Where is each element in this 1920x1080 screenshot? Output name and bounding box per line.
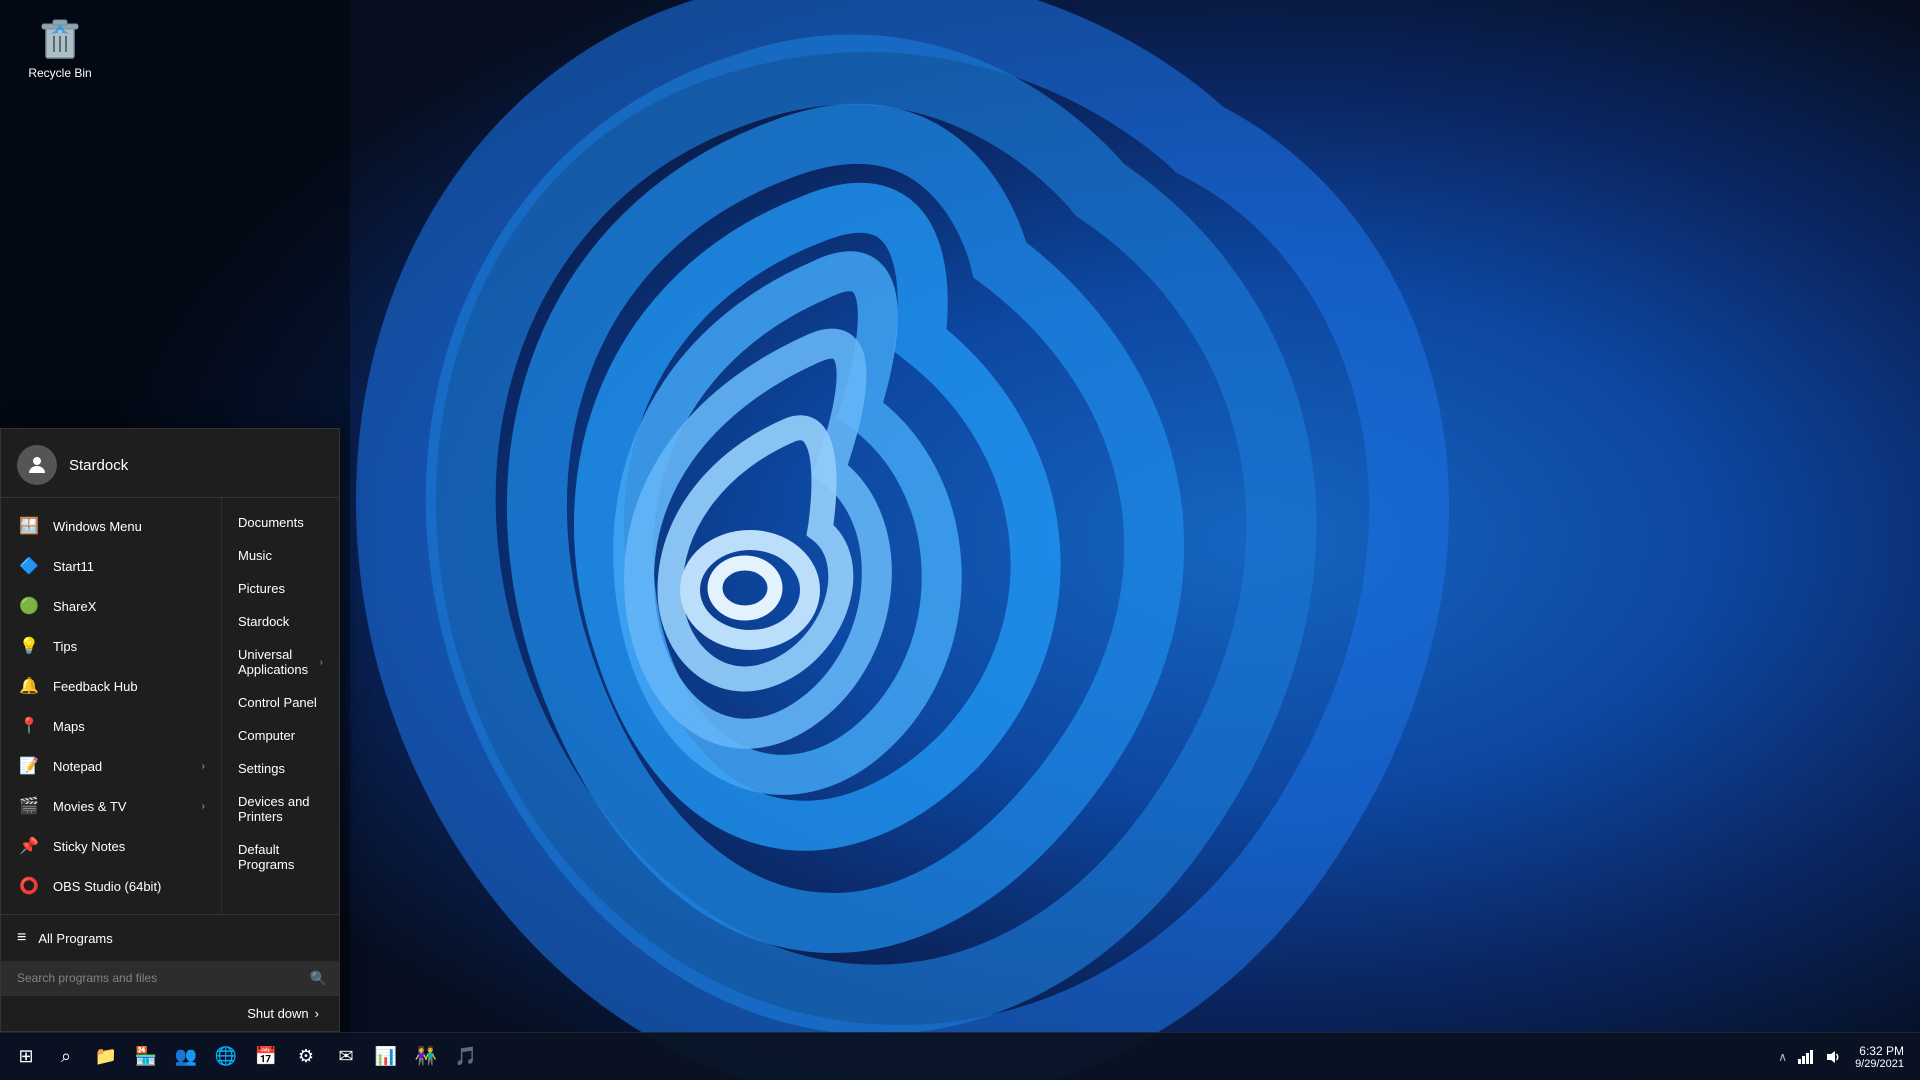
menu-content: 🪟 Windows Menu 🔷 Start11 🟢 ShareX 💡 Tips… bbox=[1, 498, 339, 914]
taskbar-item-app2[interactable]: 👫 bbox=[408, 1039, 444, 1075]
taskbar-item-app3[interactable]: 🎵 bbox=[448, 1039, 484, 1075]
left-panel: 🪟 Windows Menu 🔷 Start11 🟢 ShareX 💡 Tips… bbox=[1, 498, 221, 914]
all-programs-label: All Programs bbox=[38, 931, 112, 946]
menu-label-feedback-hub: Feedback Hub bbox=[53, 679, 205, 694]
right-label-universal-applications: Universal Applications bbox=[238, 647, 320, 677]
right-item-universal-applications[interactable]: Universal Applications › bbox=[222, 638, 339, 686]
menu-item-windows-menu[interactable]: 🪟 Windows Menu bbox=[1, 506, 221, 546]
menu-label-sticky-notes: Sticky Notes bbox=[53, 839, 205, 854]
menu-icon-tips: 💡 bbox=[17, 634, 41, 658]
menu-item-notepad[interactable]: 📝 Notepad › bbox=[1, 746, 221, 786]
right-item-default-programs[interactable]: Default Programs bbox=[222, 833, 339, 881]
menu-item-start11[interactable]: 🔷 Start11 bbox=[1, 546, 221, 586]
taskbar-item-edge[interactable]: 🌐 bbox=[208, 1039, 244, 1075]
system-clock[interactable]: 6:32 PM 9/29/2021 bbox=[1851, 1044, 1908, 1070]
right-arrow-universal-applications: › bbox=[320, 657, 323, 668]
right-label-stardock: Stardock bbox=[238, 614, 289, 629]
right-label-pictures: Pictures bbox=[238, 581, 285, 596]
taskbar-item-start[interactable]: ⊞ bbox=[8, 1039, 44, 1075]
all-programs-item[interactable]: ≡ All Programs bbox=[1, 919, 339, 957]
right-item-computer[interactable]: Computer bbox=[222, 719, 339, 752]
menu-icon-maps: 📍 bbox=[17, 714, 41, 738]
taskbar-left: ⊞⌕📁🏪👥🌐📅⚙✉📊👫🎵 bbox=[8, 1039, 484, 1075]
right-label-computer: Computer bbox=[238, 728, 295, 743]
menu-item-movies-tv[interactable]: 🎬 Movies & TV › bbox=[1, 786, 221, 826]
right-panel: Documents Music Pictures Stardock Univer… bbox=[221, 498, 339, 914]
menu-arrow-notepad: › bbox=[202, 761, 205, 772]
menu-label-obs-studio: OBS Studio (64bit) bbox=[53, 879, 205, 894]
user-name: Stardock bbox=[69, 457, 128, 474]
start-menu: Stardock 🪟 Windows Menu 🔷 Start11 🟢 Shar… bbox=[0, 428, 340, 1032]
shutdown-label: Shut down bbox=[247, 1006, 308, 1021]
system-tray: ∧ 6:32 PM 9/29/2021 bbox=[1766, 1033, 1920, 1080]
shutdown-row: Shut down › bbox=[1, 995, 339, 1031]
taskbar-item-file-explorer[interactable]: 📁 bbox=[88, 1039, 124, 1075]
search-bar: 🔍 bbox=[1, 961, 339, 995]
user-avatar bbox=[17, 445, 57, 485]
right-item-control-panel[interactable]: Control Panel bbox=[222, 686, 339, 719]
taskbar-item-search[interactable]: ⌕ bbox=[48, 1039, 84, 1075]
menu-icon-windows-menu: 🪟 bbox=[17, 514, 41, 538]
right-label-settings: Settings bbox=[238, 761, 285, 776]
menu-item-tips[interactable]: 💡 Tips bbox=[1, 626, 221, 666]
volume-icon[interactable] bbox=[1823, 1047, 1843, 1067]
menu-icon-start11: 🔷 bbox=[17, 554, 41, 578]
taskbar-item-settings[interactable]: ⚙ bbox=[288, 1039, 324, 1075]
menu-label-windows-menu: Windows Menu bbox=[53, 519, 205, 534]
taskbar: ⊞⌕📁🏪👥🌐📅⚙✉📊👫🎵 ∧ 6:32 PM 9/29/2021 bbox=[0, 1032, 1920, 1080]
menu-item-sticky-notes[interactable]: 📌 Sticky Notes bbox=[1, 826, 221, 866]
menu-label-sharex: ShareX bbox=[53, 599, 205, 614]
menu-item-sharex[interactable]: 🟢 ShareX bbox=[1, 586, 221, 626]
menu-label-movies-tv: Movies & TV bbox=[53, 799, 190, 814]
search-input[interactable] bbox=[9, 961, 306, 995]
menu-label-start11: Start11 bbox=[53, 559, 205, 574]
right-item-documents[interactable]: Documents bbox=[222, 506, 339, 539]
menu-icon-obs-studio: ⭕ bbox=[17, 874, 41, 898]
menu-item-maps[interactable]: 📍 Maps bbox=[1, 706, 221, 746]
tray-expand[interactable]: ∧ bbox=[1778, 1050, 1787, 1064]
taskbar-item-teams[interactable]: 👥 bbox=[168, 1039, 204, 1075]
right-item-music[interactable]: Music bbox=[222, 539, 339, 572]
right-item-devices-and-printers[interactable]: Devices and Printers bbox=[222, 785, 339, 833]
menu-arrow-movies-tv: › bbox=[202, 801, 205, 812]
menu-bottom: ≡ All Programs bbox=[1, 914, 339, 961]
menu-icon-movies-tv: 🎬 bbox=[17, 794, 41, 818]
search-button[interactable]: 🔍 bbox=[306, 966, 331, 991]
menu-icon-sticky-notes: 📌 bbox=[17, 834, 41, 858]
right-item-pictures[interactable]: Pictures bbox=[222, 572, 339, 605]
menu-label-tips: Tips bbox=[53, 639, 205, 654]
taskbar-item-mail[interactable]: ✉ bbox=[328, 1039, 364, 1075]
menu-label-maps: Maps bbox=[53, 719, 205, 734]
menu-icon-notepad: 📝 bbox=[17, 754, 41, 778]
recycle-bin-icon[interactable]: Recycle Bin bbox=[20, 10, 100, 84]
menu-icon-feedback-hub: 🔔 bbox=[17, 674, 41, 698]
right-item-settings[interactable]: Settings bbox=[222, 752, 339, 785]
menu-icon-sharex: 🟢 bbox=[17, 594, 41, 618]
clock-time: 6:32 PM bbox=[1855, 1044, 1904, 1058]
network-icon[interactable] bbox=[1795, 1047, 1815, 1067]
taskbar-item-calendar[interactable]: 📅 bbox=[248, 1039, 284, 1075]
right-label-devices-and-printers: Devices and Printers bbox=[238, 794, 323, 824]
user-header: Stardock bbox=[1, 429, 339, 498]
menu-item-feedback-hub[interactable]: 🔔 Feedback Hub bbox=[1, 666, 221, 706]
right-label-documents: Documents bbox=[238, 515, 304, 530]
right-label-control-panel: Control Panel bbox=[238, 695, 317, 710]
menu-item-obs-studio[interactable]: ⭕ OBS Studio (64bit) bbox=[1, 866, 221, 906]
clock-date: 9/29/2021 bbox=[1855, 1058, 1904, 1070]
taskbar-item-store[interactable]: 🏪 bbox=[128, 1039, 164, 1075]
recycle-bin-label: Recycle Bin bbox=[28, 66, 91, 80]
right-item-stardock[interactable]: Stardock bbox=[222, 605, 339, 638]
right-label-music: Music bbox=[238, 548, 272, 563]
right-label-default-programs: Default Programs bbox=[238, 842, 323, 872]
menu-label-notepad: Notepad bbox=[53, 759, 190, 774]
shutdown-button[interactable]: Shut down › bbox=[239, 1002, 327, 1025]
taskbar-item-app1[interactable]: 📊 bbox=[368, 1039, 404, 1075]
